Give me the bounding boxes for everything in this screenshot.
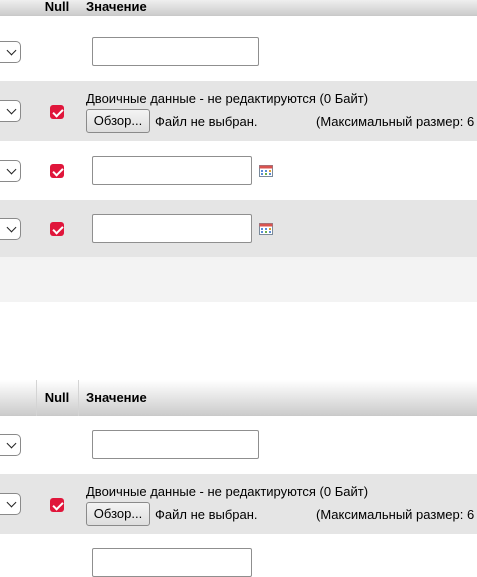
null-checkbox[interactable] [50, 105, 64, 119]
column-header-value: Значение [86, 390, 147, 405]
table-row [0, 534, 477, 577]
value-input[interactable] [92, 37, 259, 66]
browse-button[interactable]: Обзор... [86, 109, 150, 133]
function-select[interactable] [0, 41, 21, 63]
value-input[interactable] [92, 430, 259, 459]
date-input[interactable] [92, 214, 252, 243]
function-select[interactable] [0, 160, 21, 182]
chevron-down-icon [6, 164, 17, 175]
chevron-down-icon [6, 438, 17, 449]
browse-button[interactable]: Обзор... [86, 502, 150, 526]
date-input[interactable] [92, 156, 252, 185]
column-header-value: Значение [86, 0, 147, 14]
function-select[interactable] [0, 434, 21, 456]
table-header: Null Значение [0, 380, 477, 416]
table-row [0, 141, 477, 200]
max-size-label: (Максимальный размер: 6 [316, 114, 475, 129]
date-input[interactable] [92, 548, 252, 577]
null-checkbox[interactable] [50, 222, 64, 236]
calendar-icon[interactable] [259, 223, 273, 235]
column-divider [78, 380, 79, 416]
chevron-down-icon [6, 45, 17, 56]
null-checkbox[interactable] [50, 164, 64, 178]
function-select[interactable] [0, 493, 21, 515]
table-footer-row [0, 257, 477, 302]
no-file-label: Файл не выбран. [155, 114, 258, 129]
table-row [0, 416, 477, 474]
null-checkbox[interactable] [50, 498, 64, 512]
function-select[interactable] [0, 218, 21, 240]
table-row: Двоичные данные - не редактируются (0 Ба… [0, 81, 477, 141]
chevron-down-icon [6, 497, 17, 508]
table-row [0, 200, 477, 257]
table-header: Null Значение [0, 0, 477, 16]
binary-data-note: Двоичные данные - не редактируются (0 Ба… [86, 484, 369, 499]
binary-data-note: Двоичные данные - не редактируются (0 Ба… [86, 91, 369, 106]
chevron-down-icon [6, 222, 17, 233]
column-header-null: Null [44, 0, 70, 14]
table-row [0, 23, 477, 81]
no-file-label: Файл не выбран. [155, 507, 258, 522]
chevron-down-icon [6, 104, 17, 115]
function-select[interactable] [0, 100, 21, 122]
table-row: Двоичные данные - не редактируются (0 Ба… [0, 474, 477, 534]
calendar-icon[interactable] [259, 165, 273, 177]
column-header-null: Null [44, 390, 70, 405]
max-size-label: (Максимальный размер: 6 [316, 507, 475, 522]
